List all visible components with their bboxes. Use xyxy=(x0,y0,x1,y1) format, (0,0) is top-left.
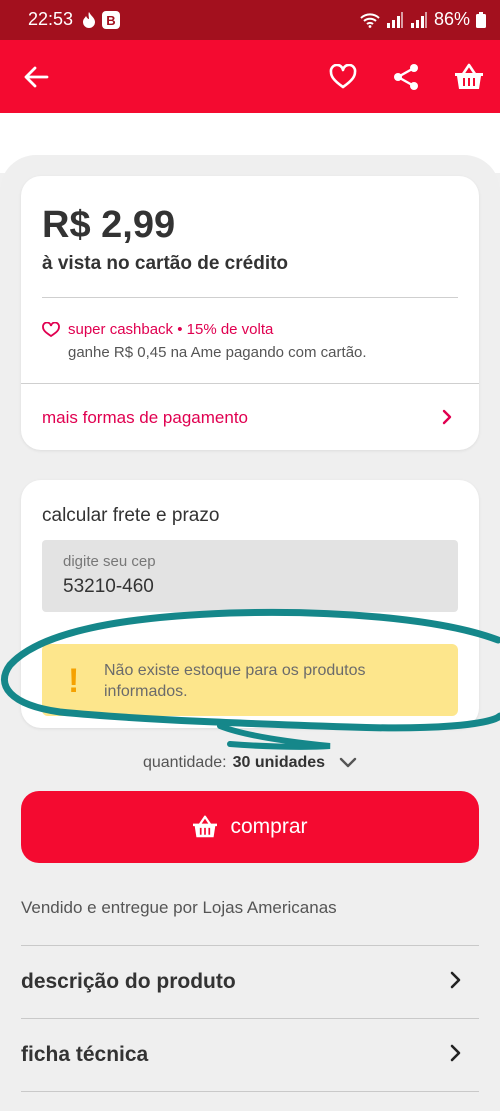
battery-percent: 86% xyxy=(433,9,470,29)
favorite-button[interactable] xyxy=(324,58,362,96)
divider xyxy=(42,297,458,298)
divider xyxy=(21,1091,479,1092)
basket-icon xyxy=(193,815,218,838)
quantity-label: quantidade: xyxy=(142,754,227,771)
warning-icon: ! xyxy=(68,662,80,700)
chevron-down-icon xyxy=(339,757,357,767)
signal-icon xyxy=(386,11,403,28)
cep-input[interactable]: digite seu cep 53210-460 xyxy=(42,540,458,612)
shipping-card: calcular frete e prazo digite seu cep 53… xyxy=(21,480,479,728)
warning-message: Não existe estoque para os produtos info… xyxy=(104,662,366,700)
share-icon xyxy=(394,64,418,90)
arrow-left-icon xyxy=(24,66,49,88)
battery-icon xyxy=(476,11,486,28)
app-b-icon: B xyxy=(102,11,120,29)
section-label: descrição do produto xyxy=(21,970,236,993)
fire-icon xyxy=(83,12,95,28)
status-bar: 22:53 B 86% xyxy=(0,0,500,40)
chevron-right-icon xyxy=(450,1044,461,1062)
signal-icon-2 xyxy=(410,11,427,28)
more-payment-options[interactable]: mais formas de pagamento xyxy=(21,384,479,452)
chevron-right-icon xyxy=(442,409,452,425)
section-technical-sheet[interactable]: ficha técnica xyxy=(21,1019,479,1091)
basket-icon xyxy=(455,63,483,89)
heart-icon xyxy=(42,321,60,337)
wifi-icon xyxy=(360,12,380,28)
price-subtitle: à vista no cartão de crédito xyxy=(42,253,289,274)
more-payment-label: mais formas de pagamento xyxy=(42,408,248,427)
buy-button-label: comprar xyxy=(230,815,308,838)
cashback-title: super cashback • 15% de volta xyxy=(68,321,274,338)
price-card: R$ 2,99 à vista no cartão de crédito sup… xyxy=(21,176,479,450)
back-button[interactable] xyxy=(17,58,55,96)
cashback-subtitle: ganhe R$ 0,45 na Ame pagando com cartão. xyxy=(68,344,367,361)
quantity-value: 30 unidades xyxy=(232,754,326,771)
cep-value: 53210-460 xyxy=(63,576,154,597)
stock-warning: ! Não existe estoque para os produtos in… xyxy=(42,644,458,716)
cashback-line: super cashback • 15% de volta xyxy=(42,321,273,338)
seller-info: Vendido e entregue por Lojas Americanas xyxy=(21,898,337,917)
svg-text:B: B xyxy=(106,13,115,28)
buy-button[interactable]: comprar xyxy=(21,791,479,863)
cep-label: digite seu cep xyxy=(63,553,156,570)
price: R$ 2,99 xyxy=(42,204,176,246)
section-label: ficha técnica xyxy=(21,1043,149,1066)
share-button[interactable] xyxy=(387,58,425,96)
status-time: 22:53 xyxy=(28,9,74,29)
heart-outline-icon xyxy=(329,64,357,89)
shipping-title: calcular frete e prazo xyxy=(42,505,220,526)
chevron-right-icon xyxy=(450,971,461,989)
app-bar xyxy=(0,40,500,113)
section-description[interactable]: descrição do produto xyxy=(21,946,479,1018)
quantity-selector[interactable]: quantidade: 30 unidades xyxy=(0,754,500,778)
cart-button[interactable] xyxy=(450,58,488,96)
